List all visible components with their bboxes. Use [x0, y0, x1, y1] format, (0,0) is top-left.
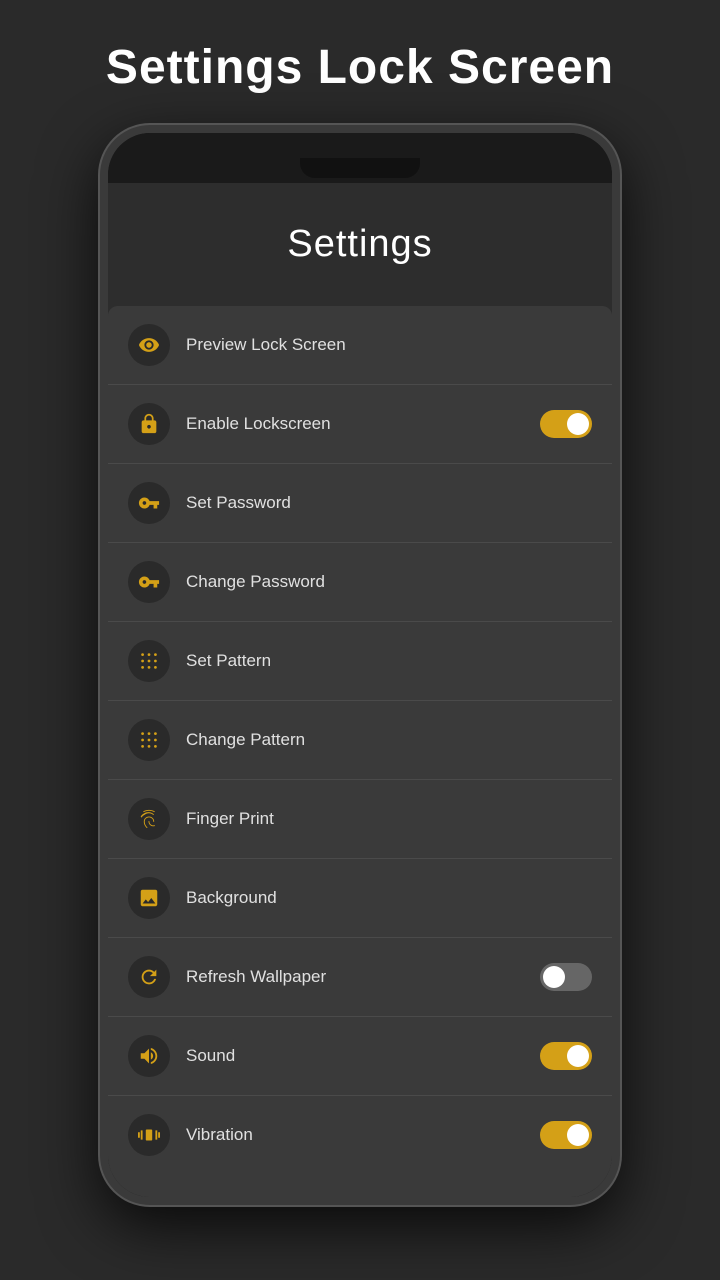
- screen-title: Settings: [128, 223, 592, 266]
- settings-item-change-pattern[interactable]: Change Pattern: [108, 701, 612, 780]
- sound-label: Sound: [186, 1046, 540, 1066]
- phone-frame: Settings Preview Lock Screen Enable Locks…: [100, 125, 620, 1205]
- sound-toggle[interactable]: [540, 1042, 592, 1070]
- fingerprint-icon: [128, 798, 170, 840]
- eye-icon: [128, 324, 170, 366]
- refresh-icon: [128, 956, 170, 998]
- settings-item-preview-lock-screen[interactable]: Preview Lock Screen: [108, 306, 612, 385]
- finger-print-label: Finger Print: [186, 809, 592, 829]
- change-pattern-label: Change Pattern: [186, 730, 592, 750]
- page-title: Settings Lock Screen: [106, 40, 614, 95]
- preview-lock-screen-label: Preview Lock Screen: [186, 335, 592, 355]
- phone-side-btn: [617, 333, 620, 393]
- enable-lockscreen-toggle[interactable]: [540, 410, 592, 438]
- phone-top: [108, 133, 612, 183]
- settings-item-enable-lockscreen[interactable]: Enable Lockscreen: [108, 385, 612, 464]
- background-label: Background: [186, 888, 592, 908]
- vibration-icon: [128, 1114, 170, 1156]
- sound-icon: [128, 1035, 170, 1077]
- settings-item-set-password[interactable]: Set Password: [108, 464, 612, 543]
- set-password-label: Set Password: [186, 493, 592, 513]
- change-password-label: Change Password: [186, 572, 592, 592]
- settings-item-sound[interactable]: Sound: [108, 1017, 612, 1096]
- settings-item-finger-print[interactable]: Finger Print: [108, 780, 612, 859]
- pattern-icon: [128, 640, 170, 682]
- set-pattern-label: Set Pattern: [186, 651, 592, 671]
- key-icon: [128, 482, 170, 524]
- refresh-wallpaper-toggle[interactable]: [540, 963, 592, 991]
- screen-header: Settings: [108, 183, 612, 296]
- pattern-icon: [128, 719, 170, 761]
- enable-lockscreen-label: Enable Lockscreen: [186, 414, 540, 434]
- settings-list: Preview Lock Screen Enable Lockscreen Set …: [108, 306, 612, 1197]
- phone-screen: Settings Preview Lock Screen Enable Locks…: [108, 183, 612, 1197]
- vibration-toggle[interactable]: [540, 1121, 592, 1149]
- notch: [300, 158, 420, 178]
- image-icon: [128, 877, 170, 919]
- refresh-wallpaper-label: Refresh Wallpaper: [186, 967, 540, 987]
- settings-item-background[interactable]: Background: [108, 859, 612, 938]
- settings-item-vibration[interactable]: Vibration: [108, 1096, 612, 1174]
- key-icon: [128, 561, 170, 603]
- vibration-label: Vibration: [186, 1125, 540, 1145]
- lock-icon: [128, 403, 170, 445]
- settings-item-refresh-wallpaper[interactable]: Refresh Wallpaper: [108, 938, 612, 1017]
- settings-item-change-password[interactable]: Change Password: [108, 543, 612, 622]
- settings-item-set-pattern[interactable]: Set Pattern: [108, 622, 612, 701]
